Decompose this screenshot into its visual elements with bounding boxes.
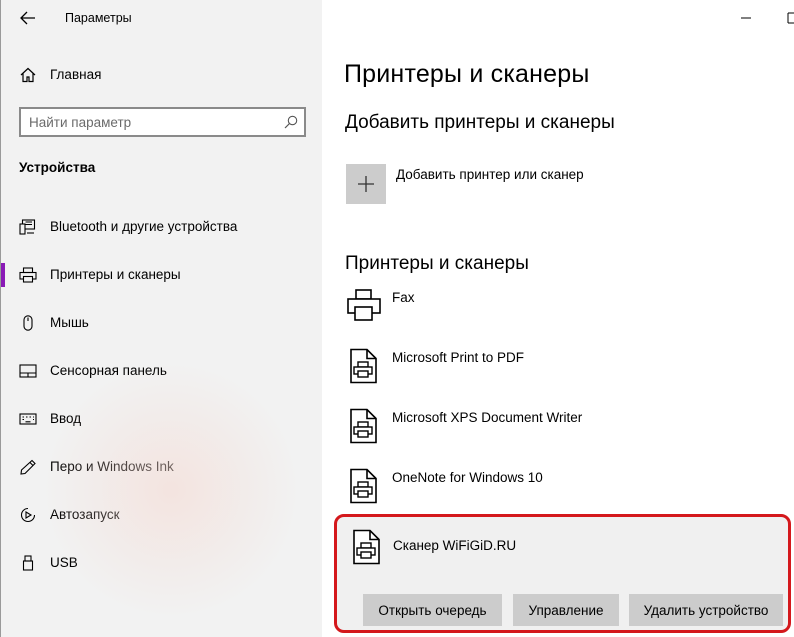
sidebar-item-bluetooth[interactable]: Bluetooth и другие устройства <box>1 207 323 247</box>
sidebar-item-label: Автозапуск <box>50 507 120 522</box>
device-name: Fax <box>392 290 415 305</box>
device-name: Microsoft Print to PDF <box>392 350 525 365</box>
printers-list-title: Принтеры и сканеры <box>345 253 529 274</box>
search-input[interactable] <box>29 113 279 131</box>
sidebar-item-label: Сенсорная панель <box>50 363 167 378</box>
app-title: Параметры <box>65 11 132 25</box>
sidebar-item-input[interactable]: Ввод <box>1 399 323 439</box>
selected-device-item[interactable]: Сканер WiFiGiD.RU Открыть очередь Управл… <box>334 514 791 633</box>
sidebar-item-autoplay[interactable]: Автозапуск <box>1 495 323 535</box>
maximize-button[interactable] <box>770 4 794 32</box>
sidebar: Параметры Главная Устройства Bluetooth и… <box>0 0 322 637</box>
sidebar-item-label: Главная <box>50 67 102 82</box>
sidebar-item-home[interactable]: Главная <box>1 60 323 90</box>
sidebar-item-label: Мышь <box>50 315 89 330</box>
sidebar-item-label: Ввод <box>50 411 82 426</box>
sidebar-item-mouse[interactable]: Мышь <box>1 303 323 343</box>
sidebar-item-label: Перо и Windows Ink <box>50 459 174 474</box>
add-printer-button[interactable]: Добавить принтер или сканер <box>346 164 766 204</box>
sidebar-item-pen[interactable]: Перо и Windows Ink <box>1 447 323 487</box>
device-item[interactable]: Fax <box>346 288 766 332</box>
sidebar-item-printers[interactable]: Принтеры и сканеры <box>1 255 323 295</box>
device-name: Сканер WiFiGiD.RU <box>393 538 517 553</box>
sidebar-item-usb[interactable]: USB <box>1 543 323 583</box>
sidebar-item-label: USB <box>50 555 78 570</box>
remove-device-button[interactable]: Удалить устройство <box>629 594 783 626</box>
back-arrow-icon <box>20 11 35 25</box>
plus-icon <box>358 176 374 192</box>
search-box[interactable] <box>19 107 306 137</box>
manage-button[interactable]: Управление <box>513 594 619 626</box>
bluetooth-devices-icon <box>19 219 36 235</box>
add-printer-label: Добавить принтер или сканер <box>396 167 584 182</box>
sidebar-item-touchpad[interactable]: Сенсорная панель <box>1 351 323 391</box>
home-icon <box>20 67 36 83</box>
usb-icon <box>22 555 34 571</box>
printer-document-icon <box>353 529 380 565</box>
minimize-icon <box>741 17 751 19</box>
printer-document-icon <box>350 348 377 384</box>
page-title: Принтеры и сканеры <box>344 60 590 88</box>
printer-icon <box>19 267 37 283</box>
search-icon[interactable] <box>284 115 298 129</box>
open-queue-button[interactable]: Открыть очередь <box>363 594 502 626</box>
device-name: OneNote for Windows 10 <box>392 470 543 485</box>
section-title: Устройства <box>19 160 96 175</box>
device-name: Microsoft XPS Document Writer <box>392 410 583 425</box>
sidebar-item-label: Принтеры и сканеры <box>50 267 181 282</box>
device-item[interactable]: Microsoft XPS Document Writer <box>346 408 766 452</box>
add-section-title: Добавить принтеры и сканеры <box>345 112 615 133</box>
add-tile <box>346 164 386 204</box>
fax-icon <box>347 289 381 321</box>
back-button[interactable] <box>15 6 41 30</box>
active-indicator <box>1 263 5 287</box>
autoplay-icon <box>20 507 36 523</box>
pen-icon <box>20 459 36 475</box>
mouse-icon <box>23 315 33 331</box>
printer-document-icon <box>350 408 377 444</box>
device-item[interactable]: Microsoft Print to PDF <box>346 348 766 392</box>
maximize-icon <box>787 12 794 24</box>
printer-document-icon <box>350 468 377 504</box>
keyboard-icon <box>19 413 37 425</box>
touchpad-icon <box>19 364 37 378</box>
device-item[interactable]: OneNote for Windows 10 <box>346 468 766 512</box>
minimize-button[interactable] <box>723 4 769 32</box>
sidebar-item-label: Bluetooth и другие устройства <box>50 219 238 234</box>
